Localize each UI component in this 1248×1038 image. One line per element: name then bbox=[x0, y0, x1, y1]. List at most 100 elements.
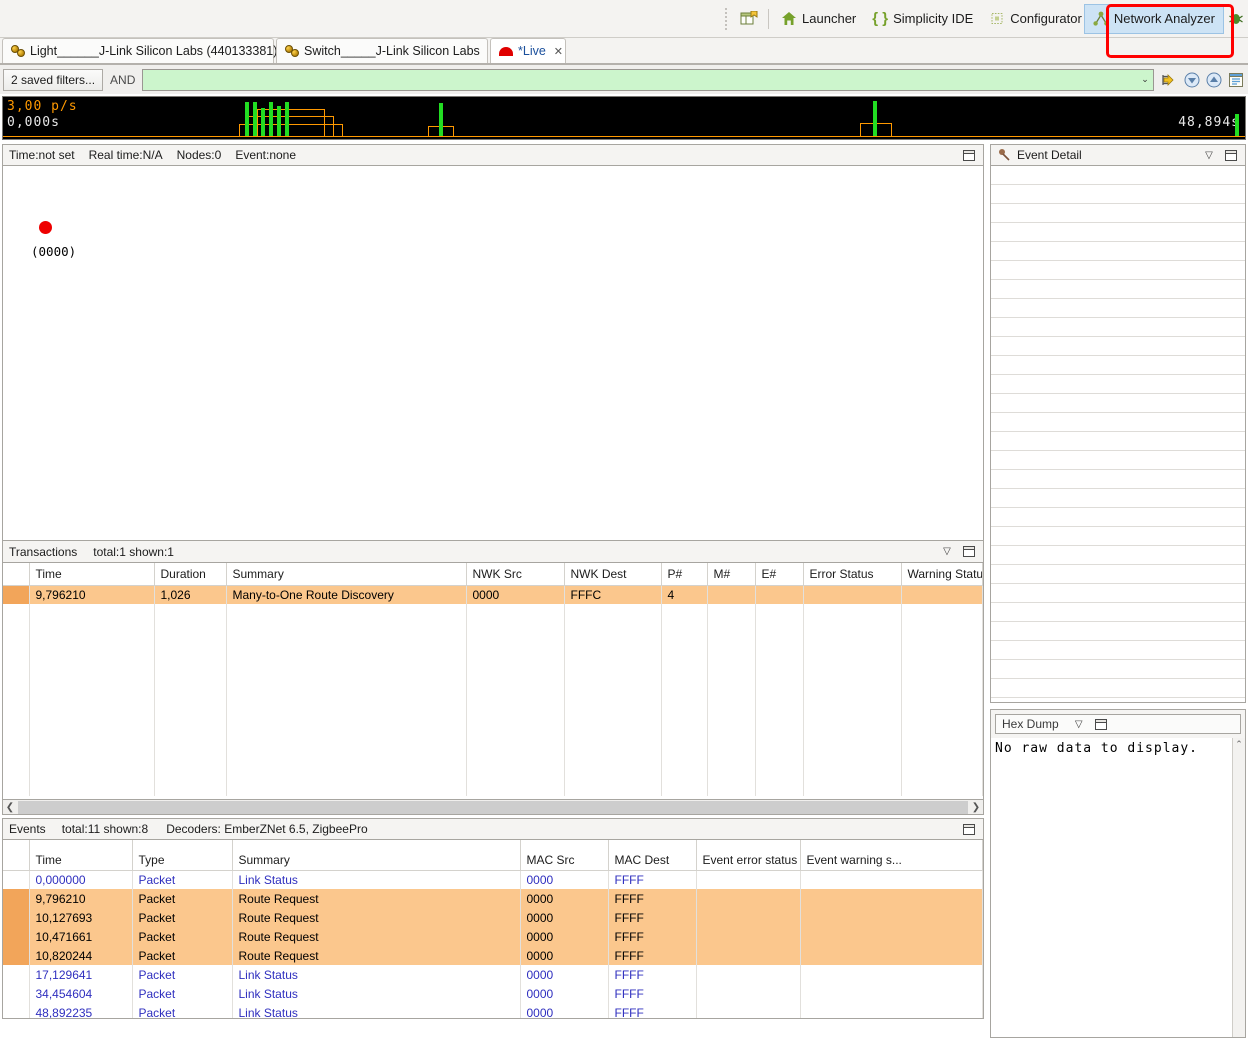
col-duration[interactable]: Duration bbox=[154, 563, 227, 586]
home-icon bbox=[781, 11, 797, 26]
maximize-map-button[interactable] bbox=[961, 147, 977, 163]
col-ev-time[interactable]: Time bbox=[29, 840, 133, 871]
table-row[interactable]: 0,000000 Packet Link Status 0000 FFFF bbox=[3, 870, 983, 889]
timeline-bar bbox=[269, 102, 273, 136]
perspective-simplicity-ide[interactable]: { } Simplicity IDE bbox=[864, 4, 981, 34]
cell-mac-dest: FFFF bbox=[608, 927, 697, 946]
cell-ev-type: Packet bbox=[132, 965, 233, 984]
editor-tab-switch[interactable]: Switch_____J-Link Silicon Labs bbox=[276, 38, 488, 63]
editor-tab-live[interactable]: *Live ✕ bbox=[490, 38, 566, 63]
col-time[interactable]: Time bbox=[29, 563, 155, 586]
timeline-bar bbox=[1235, 114, 1239, 136]
hex-dump-menu-button[interactable]: ▽ bbox=[1071, 716, 1087, 732]
perspective-configurator[interactable]: Configurator bbox=[981, 4, 1084, 34]
scroll-right-icon[interactable]: ❯ bbox=[969, 802, 983, 813]
col-warning-status[interactable]: Warning Status bbox=[901, 563, 983, 586]
scroll-left-icon[interactable]: ❮ bbox=[3, 802, 17, 813]
network-map-canvas[interactable]: (0000) bbox=[2, 166, 984, 541]
events-table-wrap: Time Type Summary MAC Src MAC Dest Event… bbox=[2, 840, 984, 1019]
table-row[interactable]: 17,129641 Packet Link Status 0000 FFFF bbox=[3, 965, 983, 984]
col-ev-error[interactable]: Event error status bbox=[696, 840, 801, 871]
filter-expression-input[interactable] bbox=[143, 72, 1137, 87]
cell-duration: 1,026 bbox=[154, 585, 227, 604]
hex-dump-header: Hex Dump ▽ bbox=[995, 714, 1241, 734]
packet-rate-timeline[interactable]: 3,00 p/s 0,000s 48,894s bbox=[2, 96, 1246, 140]
table-row[interactable]: 34,454604 Packet Link Status 0000 FFFF bbox=[3, 984, 983, 1003]
perspective-configurator-label: Configurator bbox=[1010, 11, 1082, 26]
cell-nwk-dest: FFFC bbox=[564, 585, 662, 604]
event-detail-body[interactable] bbox=[990, 166, 1246, 703]
perspective-launcher[interactable]: Launcher bbox=[773, 4, 864, 34]
open-perspective-icon bbox=[740, 10, 758, 27]
cell-mac-src: 0000 bbox=[520, 984, 609, 1003]
table-row[interactable]: 9,796210 1,026 Many-to-One Route Discove… bbox=[3, 585, 983, 604]
col-packet-count[interactable]: P# bbox=[661, 563, 708, 586]
filter-notes-icon[interactable] bbox=[1226, 70, 1245, 89]
maximize-event-detail-button[interactable] bbox=[1223, 147, 1239, 163]
table-row[interactable]: 10,820244 Packet Route Request 0000 FFFF bbox=[3, 946, 983, 965]
perspective-network-analyzer[interactable]: Network Analyzer bbox=[1083, 3, 1224, 34]
col-mac-dest[interactable]: MAC Dest bbox=[608, 840, 697, 871]
network-node-0000[interactable] bbox=[39, 221, 52, 234]
col-event-count[interactable]: E# bbox=[755, 563, 804, 586]
cell-ev-time: 10,471661 bbox=[29, 927, 133, 946]
timeline-bar bbox=[261, 108, 265, 136]
table-empty-area bbox=[3, 604, 983, 796]
col-nwk-src[interactable]: NWK Src bbox=[466, 563, 565, 586]
table-row[interactable]: 48,892235 Packet Link Status 0000 FFFF bbox=[3, 1003, 983, 1018]
col-ev-warning[interactable]: Event warning s... bbox=[800, 840, 983, 871]
cell-ev-warning bbox=[800, 927, 983, 946]
hex-dump-body[interactable]: No raw data to display. ⌃ bbox=[990, 738, 1246, 1038]
open-perspective-button[interactable] bbox=[734, 4, 764, 34]
transactions-header: Transactions total:1 shown:1 ▽ bbox=[2, 541, 984, 563]
table-row[interactable]: 10,127693 Packet Route Request 0000 FFFF bbox=[3, 908, 983, 927]
apply-filter-icon[interactable] bbox=[1160, 70, 1179, 89]
table-row[interactable]: 9,796210 Packet Route Request 0000 FFFF bbox=[3, 889, 983, 908]
transactions-hscrollbar[interactable]: ❮ ❯ bbox=[2, 800, 984, 815]
editor-tab-light[interactable]: Light______J-Link Silicon Labs (44013338… bbox=[2, 38, 277, 63]
filter-expression-combo[interactable]: ⌄ bbox=[142, 68, 1154, 91]
row-marker-col bbox=[3, 840, 30, 871]
col-ev-type[interactable]: Type bbox=[132, 840, 233, 871]
previous-match-icon[interactable] bbox=[1204, 70, 1223, 89]
cell-nwk-src: 0000 bbox=[466, 585, 565, 604]
col-message-count[interactable]: M# bbox=[707, 563, 756, 586]
row-marker-col bbox=[3, 563, 30, 586]
hex-dump-vscrollbar[interactable]: ⌃ bbox=[1232, 738, 1245, 1037]
cell-ev-time: 9,796210 bbox=[29, 889, 133, 908]
cell-ev-warning bbox=[800, 908, 983, 927]
table-row[interactable]: 10,471661 Packet Route Request 0000 FFFF bbox=[3, 927, 983, 946]
row-marker bbox=[3, 585, 30, 604]
maximize-hex-dump-button[interactable] bbox=[1093, 716, 1109, 732]
maximize-transactions-button[interactable] bbox=[961, 544, 977, 560]
debug-perspective-icon-button[interactable] bbox=[1224, 4, 1248, 34]
row-marker bbox=[3, 870, 30, 889]
transactions-menu-button[interactable]: ▽ bbox=[939, 544, 955, 560]
col-ev-summary[interactable]: Summary bbox=[232, 840, 521, 871]
close-icon[interactable]: ✕ bbox=[554, 45, 563, 58]
col-summary[interactable]: Summary bbox=[226, 563, 467, 586]
hex-dump-title: Hex Dump bbox=[1002, 717, 1059, 731]
cell-ev-error bbox=[696, 908, 801, 927]
col-error-status[interactable]: Error Status bbox=[803, 563, 902, 586]
event-detail-menu-button[interactable]: ▽ bbox=[1201, 147, 1217, 163]
timeline-bar bbox=[253, 102, 257, 136]
toolbar-grip[interactable] bbox=[722, 7, 730, 31]
cell-ev-summary: Link Status bbox=[232, 870, 521, 889]
col-nwk-dest[interactable]: NWK Dest bbox=[564, 563, 662, 586]
events-title: Events bbox=[9, 822, 46, 836]
cell-mac-src: 0000 bbox=[520, 908, 609, 927]
cell-ev-type: Packet bbox=[132, 908, 233, 927]
chevron-down-icon[interactable]: ⌄ bbox=[1137, 69, 1153, 90]
scroll-up-icon[interactable]: ⌃ bbox=[1235, 738, 1243, 750]
timeline-start-label: 0,000s bbox=[7, 115, 60, 130]
hex-dump-text: No raw data to display. bbox=[995, 741, 1199, 756]
cell-ev-summary: Route Request bbox=[232, 908, 521, 927]
scroll-thumb[interactable] bbox=[18, 800, 968, 814]
col-mac-src[interactable]: MAC Src bbox=[520, 840, 609, 871]
next-match-icon[interactable] bbox=[1182, 70, 1201, 89]
maximize-events-button[interactable] bbox=[961, 821, 977, 837]
saved-filters-button[interactable]: 2 saved filters... bbox=[3, 68, 104, 91]
cell-ev-warning bbox=[800, 965, 983, 984]
cell-ev-type: Packet bbox=[132, 889, 233, 908]
